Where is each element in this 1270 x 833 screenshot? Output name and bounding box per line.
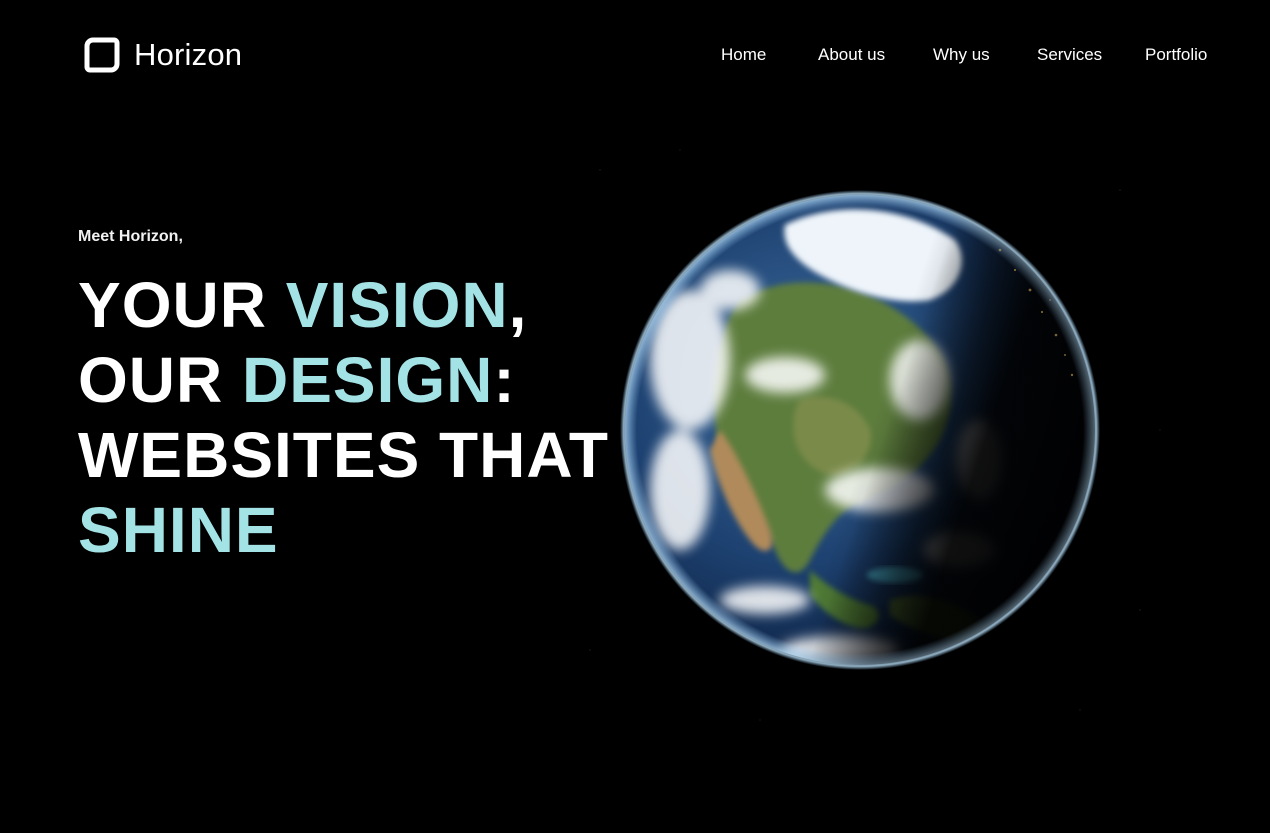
headline-accent: VISION [285, 269, 509, 341]
nav-item-why-us[interactable]: Why us [933, 44, 990, 66]
headline-text: YOUR [78, 269, 286, 341]
headline-line-2: OUR DESIGN: [78, 343, 609, 418]
headline-line-1: YOUR VISION, [78, 268, 609, 343]
earth-globe-image [560, 130, 1180, 740]
main-nav: Home About us Why us Services Portfolio [0, 44, 1270, 66]
headline-text: , [508, 269, 528, 341]
hero-eyebrow: Meet Horizon, [78, 228, 183, 245]
headline-text: WEBSITES THAT [78, 419, 609, 491]
headline-line-3: WEBSITES THAT [78, 418, 609, 493]
headline-text: : [493, 344, 516, 416]
nav-item-about-us[interactable]: About us [818, 44, 885, 66]
headline-text: OUR [78, 344, 242, 416]
headline-accent: SHINE [78, 494, 279, 566]
nav-item-portfolio[interactable]: Portfolio [1145, 44, 1207, 66]
nav-item-home[interactable]: Home [721, 44, 766, 66]
hero-headline: YOUR VISION, OUR DESIGN: WEBSITES THAT S… [78, 268, 609, 568]
headline-line-4: SHINE [78, 493, 609, 568]
nav-item-services[interactable]: Services [1037, 44, 1102, 66]
headline-accent: DESIGN [242, 344, 494, 416]
